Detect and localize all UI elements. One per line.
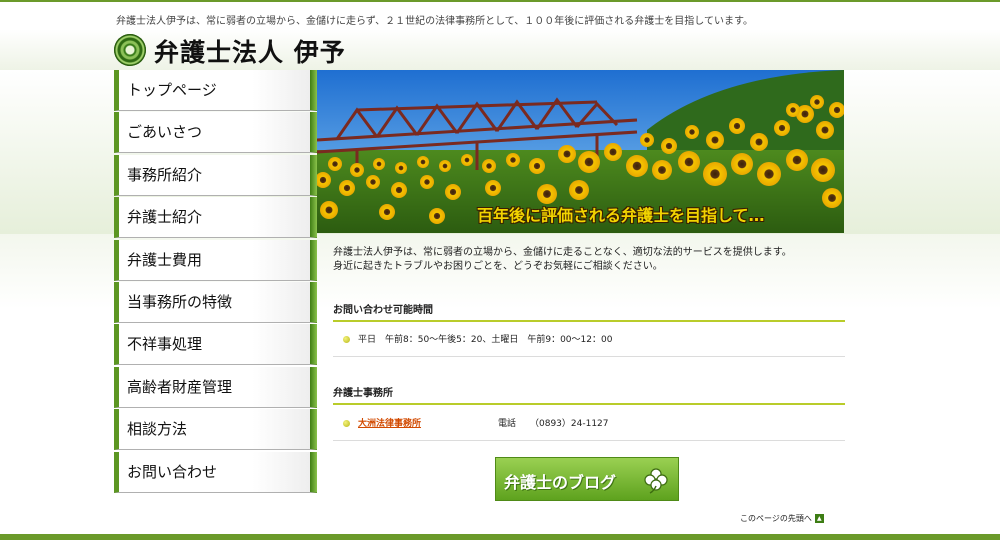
phone-label: 電話 xyxy=(498,419,517,429)
hours-heading: お問い合わせ可能時間 xyxy=(333,301,845,322)
main-content: 弁護士法人伊予は、常に弱者の立場から、金儲けに走ることなく、適切な法的サービスを… xyxy=(333,246,845,441)
bottom-rule xyxy=(0,534,1000,540)
sidebar-item-misconduct[interactable]: 不祥事処理 xyxy=(114,324,317,366)
sidebar-nav: トップページ ごあいさつ 事務所紹介 弁護士紹介 弁護士費用 当事務所の特徴 不… xyxy=(114,70,317,494)
site-title[interactable]: 弁護士法人 伊予 xyxy=(154,33,346,69)
clover-icon xyxy=(644,468,668,494)
emblem-logo-icon xyxy=(114,34,146,66)
sidebar-item-consultation[interactable]: 相談方法 xyxy=(114,409,317,451)
header-tagline: 弁護士法人伊予は、常に弱者の立場から、金儲けに走らず、２１世紀の法律事務所として… xyxy=(116,16,753,27)
hours-row: 平日 午前8：50〜午後5：20、土曜日 午前9：00〜12：00 xyxy=(333,332,845,357)
bullet-icon xyxy=(343,420,350,427)
office-row: 大洲法律事務所 電話 （0893）24-1127 xyxy=(333,416,845,441)
sidebar-item-features[interactable]: 当事務所の特徴 xyxy=(114,281,317,323)
sidebar-item-top-page[interactable]: トップページ xyxy=(114,70,317,111)
hero-banner: 百年後に評価される弁護士を目指して… xyxy=(317,70,844,233)
lawyer-blog-button[interactable]: 弁護士のブログ xyxy=(495,457,679,501)
phone-number: （0893）24-1127 xyxy=(530,419,609,429)
sidebar-item-fees[interactable]: 弁護士費用 xyxy=(114,239,317,281)
bullet-icon xyxy=(343,336,350,343)
back-to-top-label: このページの先頭へ xyxy=(740,514,812,523)
intro-line-1: 弁護士法人伊予は、常に弱者の立場から、金儲けに走ることなく、適切な法的サービスを… xyxy=(333,247,792,258)
arrow-up-icon: ▲ xyxy=(814,514,824,523)
hours-section: お問い合わせ可能時間 xyxy=(333,301,845,322)
header: 弁護士法人伊予は、常に弱者の立場から、金儲けに走らず、２１世紀の法律事務所として… xyxy=(0,2,1000,71)
offices-section: 弁護士事務所 xyxy=(333,384,845,405)
sidebar-item-elderly-assets[interactable]: 高齢者財産管理 xyxy=(114,366,317,408)
back-to-top-link[interactable]: このページの先頭へ ▲ xyxy=(740,513,824,524)
offices-heading: 弁護士事務所 xyxy=(333,384,845,405)
office-link-ozu[interactable]: 大洲法律事務所 xyxy=(358,419,421,429)
intro-line-2: 身近に起きたトラブルやお困りごとを、どうぞお気軽にご相談ください。 xyxy=(333,261,663,272)
hours-text: 平日 午前8：50〜午後5：20、土曜日 午前9：00〜12：00 xyxy=(358,335,613,345)
blog-button-label: 弁護士のブログ xyxy=(504,473,617,492)
sidebar-item-greeting[interactable]: ごあいさつ xyxy=(114,112,317,154)
sidebar-item-lawyer-intro[interactable]: 弁護士紹介 xyxy=(114,197,317,239)
sidebar-item-office-intro[interactable]: 事務所紹介 xyxy=(114,154,317,196)
hero-caption: 百年後に評価される弁護士を目指して… xyxy=(477,206,765,225)
sidebar-item-contact[interactable]: お問い合わせ xyxy=(114,451,317,493)
